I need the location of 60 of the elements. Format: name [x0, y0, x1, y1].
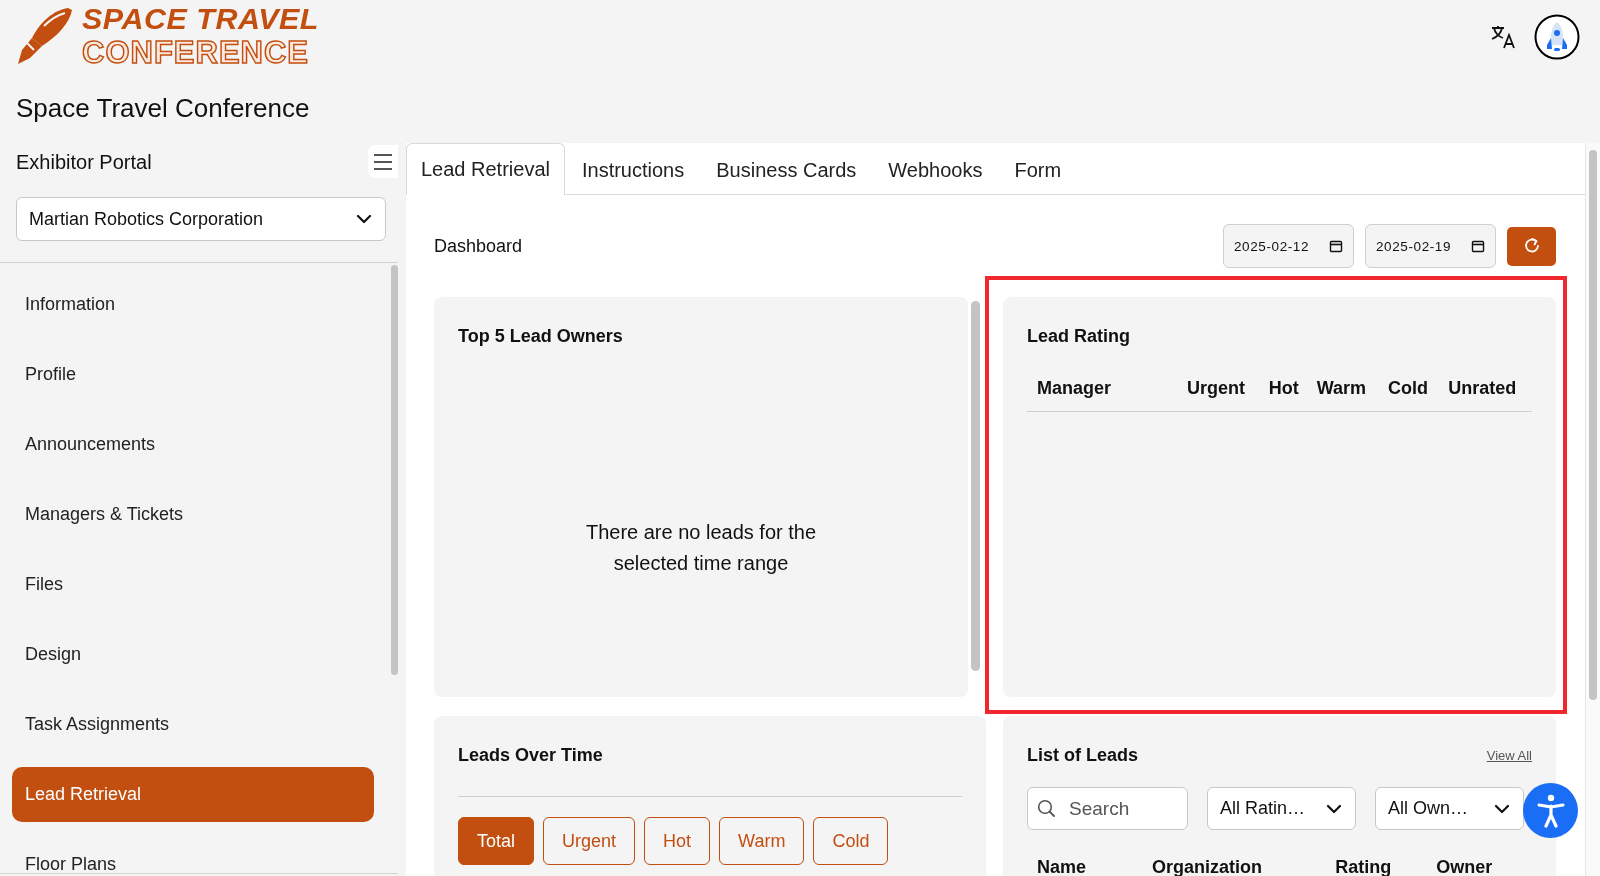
empty-message: There are no leads for the selected time range [584, 520, 818, 576]
scrollbar[interactable] [391, 265, 398, 675]
card-title: Top 5 Lead Owners [458, 325, 624, 347]
column-header: Warm [1306, 375, 1379, 412]
calendar-icon [1329, 239, 1343, 253]
section-title: Dashboard [434, 235, 523, 257]
scrollbar[interactable] [971, 301, 980, 671]
refresh-icon [1522, 237, 1541, 255]
sidebar-item[interactable]: Managers & Tickets [12, 486, 374, 542]
refresh-button[interactable] [1507, 226, 1556, 266]
filter-select[interactable]: All Ratin… [1207, 787, 1356, 830]
filter-chip[interactable]: Hot [644, 817, 711, 865]
card-title: Leads Over Time [458, 744, 604, 766]
translate-icon[interactable] [1490, 24, 1516, 50]
filter-chip[interactable]: Total [458, 817, 535, 865]
column-header: Organization [1151, 856, 1263, 876]
column-header: Cold [1378, 375, 1439, 412]
avatar-icon[interactable] [1534, 14, 1580, 60]
column-header: Urgent [1177, 375, 1259, 412]
sidebar-item[interactable]: Lead Retrieval [12, 766, 374, 822]
sidebar-item[interactable]: Announcements [12, 416, 374, 472]
sidebar-item[interactable]: Information [12, 276, 374, 332]
column-header: Unrated [1438, 375, 1532, 412]
view-all-link[interactable]: View All [1486, 747, 1532, 763]
sidebar-heading: Exhibitor Portal [16, 150, 152, 174]
menu-button[interactable] [368, 145, 398, 178]
sidebar-item[interactable]: Floor Plans [12, 836, 374, 873]
logo-text: CONFERENCE [82, 36, 309, 68]
date-field[interactable]: 2025-02-19 [1365, 224, 1496, 268]
column-header: Manager [1027, 375, 1177, 412]
accessibility-icon [1535, 793, 1566, 828]
page-title: Space Travel Conference [16, 93, 311, 125]
tab[interactable]: Business Cards [701, 144, 872, 195]
search-icon [1037, 799, 1055, 817]
search-field[interactable]: Search [1027, 787, 1188, 830]
sidebar-item[interactable]: Profile [12, 346, 374, 402]
tab[interactable]: Webhooks [873, 144, 998, 195]
filter-chip[interactable]: Cold [813, 817, 889, 865]
column-header: Rating [1334, 856, 1393, 876]
tab[interactable]: Lead Retrieval [406, 143, 565, 195]
filter-select[interactable]: All Own… [1375, 787, 1524, 830]
column-header: Owner [1435, 856, 1494, 876]
tab[interactable]: Instructions [566, 144, 700, 195]
column-header: Hot [1258, 375, 1307, 412]
calendar-icon [1471, 239, 1485, 253]
card-title: List of Leads [1027, 744, 1138, 766]
rocket-icon [16, 6, 74, 66]
exhibitor-select[interactable]: Martian Robotics Corporation [16, 197, 386, 241]
menu-icon [373, 152, 393, 171]
card-title: Lead Rating [1027, 325, 1131, 347]
column-header: Name [1036, 856, 1088, 876]
sidebar-item[interactable]: Files [12, 556, 374, 612]
date-field[interactable]: 2025-02-12 [1223, 224, 1354, 268]
scrollbar[interactable] [1589, 150, 1597, 700]
logo-text: SPACE TRAVEL [82, 4, 320, 34]
sidebar-item[interactable]: Task Assignments [12, 696, 374, 752]
filter-chip[interactable]: Urgent [543, 817, 636, 865]
filter-chip[interactable]: Warm [719, 817, 805, 865]
sidebar-item[interactable]: Design [12, 626, 374, 682]
tab[interactable]: Form [999, 144, 1077, 195]
